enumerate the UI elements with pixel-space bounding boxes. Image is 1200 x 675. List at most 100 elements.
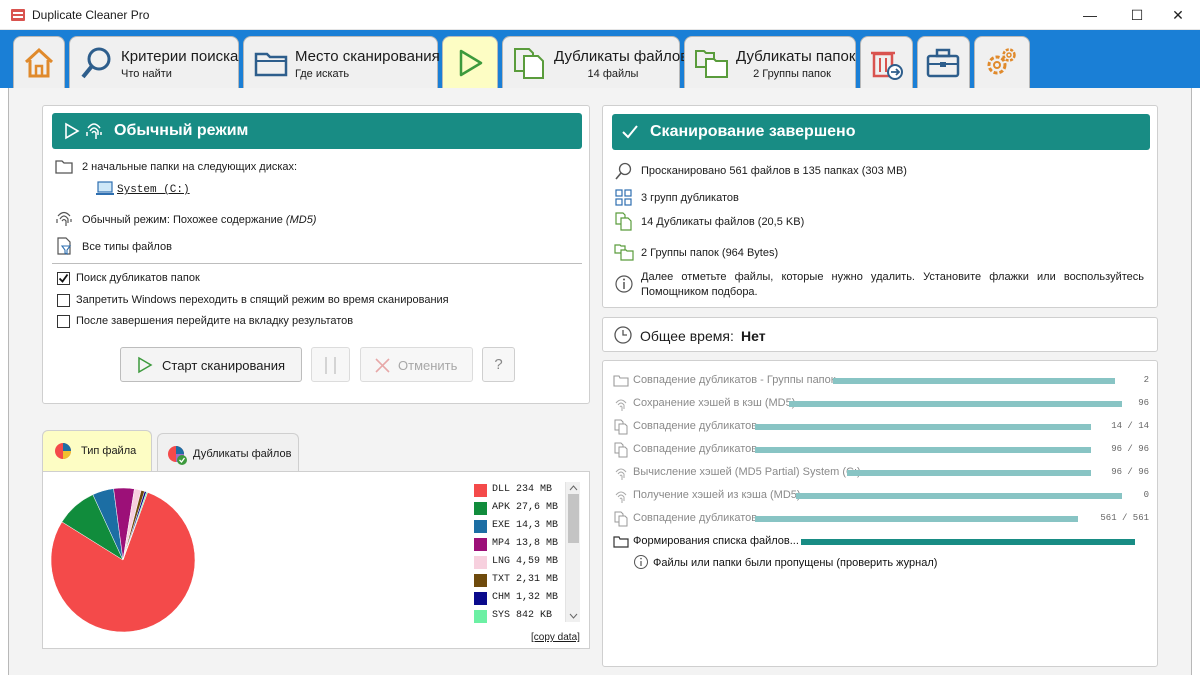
mode-hash: (MD5) [285, 214, 317, 226]
progress-bar [796, 493, 1122, 499]
pause-button[interactable] [311, 347, 350, 382]
scan-result-title: Сканирование завершено [650, 123, 856, 140]
start-folders-text: 2 начальные папки на следующих дисках: [82, 161, 298, 173]
mode-text: Обычный режим: Похожее содержание (MD5) [82, 214, 316, 226]
legend-size: 842 KB [516, 610, 553, 621]
pause-icon [325, 357, 327, 374]
copy-data-link[interactable]: [copy data] [531, 632, 580, 643]
tab-delete[interactable] [860, 36, 913, 92]
legend-type: EXE [492, 520, 511, 531]
legend-scrollbar[interactable] [565, 482, 580, 622]
home-icon [24, 47, 54, 78]
skipped-files-link[interactable]: Файлы или папки были пропущены (проверит… [653, 557, 937, 569]
groups-text: 3 групп дубликатов [641, 192, 739, 204]
divider [52, 263, 582, 264]
main-area: Обычный режим 2 начальные папки на следу… [8, 88, 1192, 675]
checkmark-icon [58, 273, 69, 283]
progress-value: 14 / 14 [1111, 421, 1149, 431]
legend-label: APK 27,6 MB [492, 502, 558, 513]
play-icon [138, 356, 153, 374]
option-label-results[interactable]: После завершения перейдите на вкладку ре… [76, 315, 353, 327]
chevron-down-icon [569, 613, 578, 619]
tab-duplicate-files-title: Дубликаты файлов [554, 48, 689, 65]
option-checkbox-sleep[interactable] [57, 294, 70, 307]
tab-duplicate-folders[interactable]: Дубликаты папок 2 Группы папок [684, 36, 856, 92]
tab-search-criteria[interactable]: Критерии поиска Что найти [69, 36, 239, 92]
start-scan-button[interactable]: Старт сканирования [120, 347, 302, 382]
tab-duplicate-files-chart[interactable]: Дубликаты файлов [157, 433, 299, 471]
close-button[interactable]: ✕ [1156, 0, 1200, 30]
legend-size: 2,31 MB [516, 574, 559, 585]
folder-icon [254, 52, 288, 77]
pie-chart [50, 487, 196, 633]
legend-label: CHM 1,32 MB [492, 592, 558, 603]
option-checkbox-folders[interactable] [57, 272, 70, 285]
window-title: Duplicate Cleaner Pro [32, 8, 150, 22]
legend-label: SYS 842 KB [492, 610, 552, 621]
toolbox-icon [926, 48, 960, 78]
tab-scan[interactable] [442, 36, 498, 92]
copy-folders-icon [614, 244, 634, 261]
info-text: Далее отметьте файлы, которые нужно удал… [641, 271, 1144, 298]
tab-settings[interactable] [974, 36, 1030, 92]
progress-value: 96 [1138, 398, 1149, 408]
scan-result-header: Сканирование завершено [612, 114, 1150, 150]
progress-bar [789, 401, 1122, 407]
maximize-button[interactable]: ☐ [1115, 0, 1159, 30]
legend-label: LNG 4,59 MB [492, 556, 558, 567]
legend-label: DLL 234 MB [492, 484, 552, 495]
progress-value: 0 [1143, 490, 1149, 500]
legend-type: DLL [492, 484, 511, 495]
scan-result-panel: Сканирование завершено Просканировано 56… [602, 105, 1158, 308]
total-time-value: Нет [741, 328, 766, 344]
legend-size: 1,32 MB [516, 592, 559, 603]
tab-scan-location[interactable]: Место сканирования Где искать [243, 36, 440, 92]
copy-icon [614, 442, 628, 458]
tab-duplicate-files[interactable]: Дубликаты файлов 14 файлы [502, 36, 688, 92]
dup-folders-text: 2 Группы папок (964 Bytes) [641, 247, 779, 259]
legend-scrollbar-thumb[interactable] [568, 494, 579, 543]
option-checkbox-results[interactable] [57, 315, 70, 328]
mode-header-title: Обычный режим [114, 122, 249, 139]
cancel-button[interactable]: Отменить [360, 347, 473, 382]
tab-duplicate-folders-subtitle: 2 Группы папок [753, 68, 831, 80]
file-filter-icon [57, 237, 72, 255]
tab-home[interactable] [13, 36, 65, 92]
magnifier-icon [615, 162, 632, 180]
close-icon [375, 358, 390, 373]
play-icon [65, 122, 80, 140]
minimize-button[interactable]: — [1068, 0, 1112, 30]
clock-icon [614, 326, 632, 344]
legend-label: MP4 13,8 MB [492, 538, 558, 549]
progress-value: 2 [1143, 375, 1149, 385]
progress-bar [755, 447, 1091, 453]
fingerprint-icon [56, 211, 72, 226]
option-label-folders[interactable]: Поиск дубликатов папок [76, 272, 200, 284]
current-task-label: Формирования списка файлов... [633, 535, 799, 547]
tab-file-type-chart[interactable]: Тип файла [42, 430, 152, 471]
help-button[interactable]: ? [482, 347, 515, 382]
legend-type: APK [492, 502, 511, 513]
main-tab-bar: Критерии поиска Что найти Место сканиров… [0, 30, 1200, 92]
tab-tools[interactable] [917, 36, 970, 92]
progress-value: 96 / 96 [1111, 444, 1149, 454]
tab-duplicate-files-chart-label: Дубликаты файлов [193, 448, 292, 460]
option-label-sleep[interactable]: Запретить Windows переходить в спящий ре… [76, 294, 449, 306]
progress-bar [755, 516, 1078, 522]
fingerprint-icon [86, 123, 102, 139]
title-bar: Duplicate Cleaner Pro — ☐ ✕ [0, 0, 1200, 30]
groups-icon [615, 189, 632, 206]
drive-link[interactable]: System (C:) [117, 184, 190, 196]
legend-swatch [474, 484, 487, 497]
app-icon [11, 9, 25, 21]
scanned-text: Просканировано 561 файлов в 135 папках (… [641, 165, 907, 177]
legend-label: TXT 2,31 MB [492, 574, 558, 585]
copy-icon [614, 419, 628, 435]
legend-size: 234 MB [516, 484, 553, 495]
fingerprint-icon [615, 399, 627, 411]
legend-size: 27,6 MB [516, 502, 559, 513]
pause-icon-bar [334, 357, 336, 374]
legend-type: MP4 [492, 538, 511, 549]
progress-label: Совпадение дубликатов [633, 420, 758, 432]
computer-icon [96, 181, 114, 195]
